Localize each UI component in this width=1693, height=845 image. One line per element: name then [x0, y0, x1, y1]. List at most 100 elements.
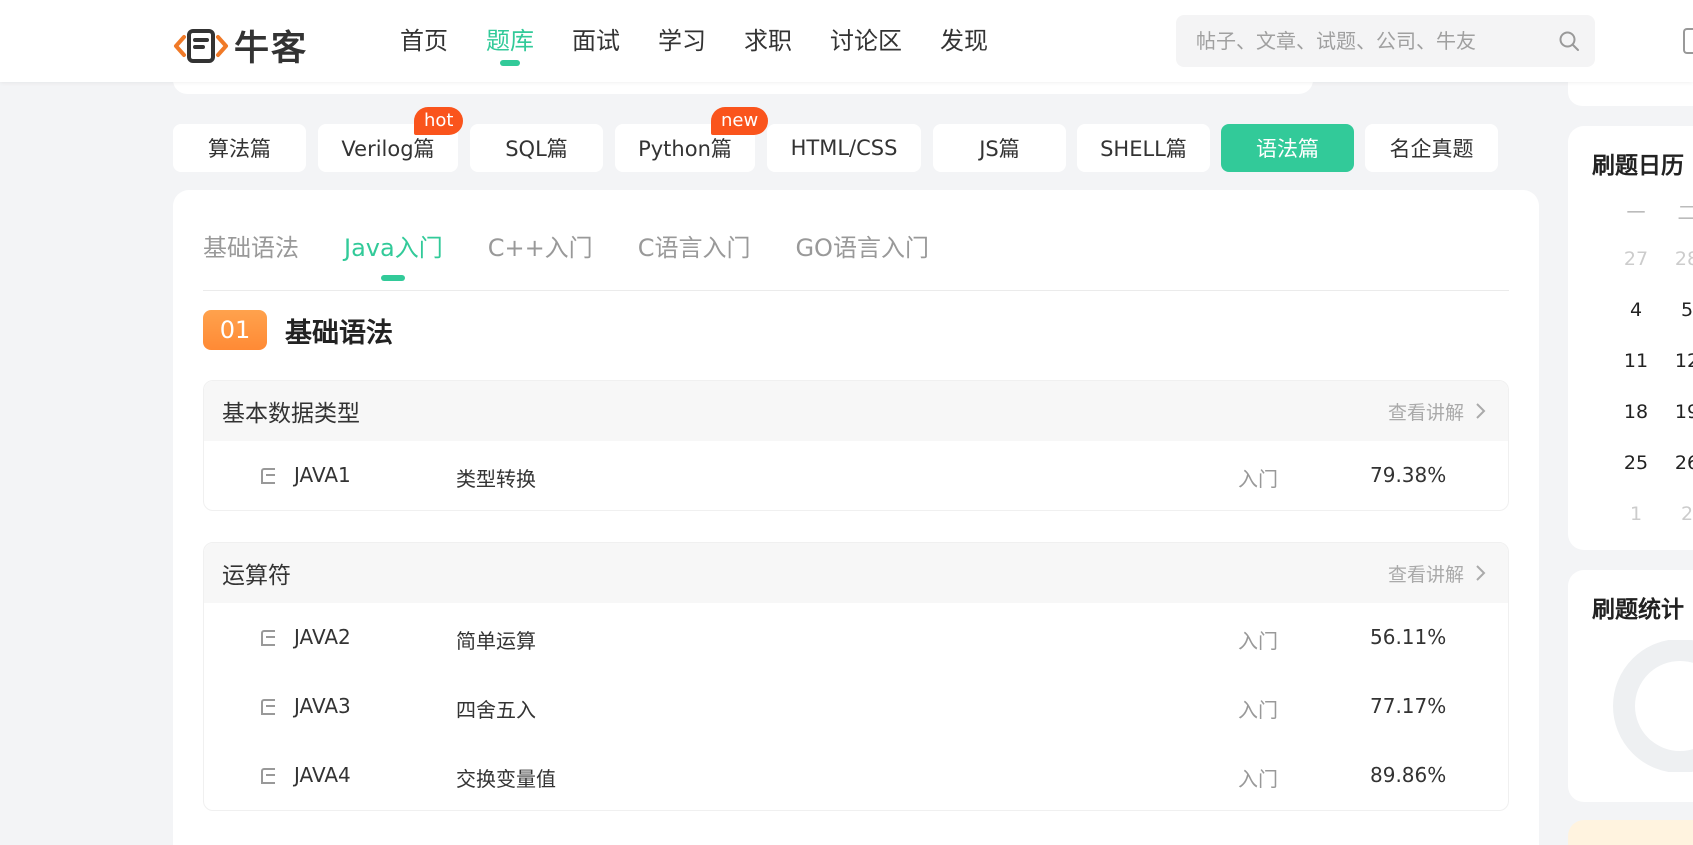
nav-question-bank[interactable]: 题库 — [486, 0, 534, 82]
topic-group: 基本数据类型 查看讲解 JAVA1 类型转换 入门 79.38% — [203, 380, 1509, 511]
calendar-day[interactable]: 26 — [1667, 452, 1693, 474]
question-row[interactable]: JAVA2 简单运算 入门 56.11% — [204, 603, 1508, 672]
question-row[interactable]: JAVA4 交换变量值 入门 89.86% — [204, 741, 1508, 810]
category-label: 名企真题 — [1389, 137, 1474, 161]
question-icon — [261, 468, 275, 484]
question-row[interactable]: JAVA1 类型转换 入门 79.38% — [204, 441, 1508, 510]
question-icon — [261, 630, 275, 646]
tab-go-intro[interactable]: GO语言入门 — [795, 228, 929, 263]
question-id[interactable]: JAVA1 — [294, 463, 351, 487]
group-title: 运算符 — [222, 563, 291, 589]
logo[interactable]: 牛客 — [172, 20, 308, 71]
group-header: 运算符 查看讲解 — [204, 543, 1508, 603]
nav-discover[interactable]: 发现 — [940, 0, 988, 82]
pass-rate: 77.17% — [1370, 694, 1447, 718]
view-explanation-label: 查看讲解 — [1387, 401, 1464, 424]
question-name[interactable]: 简单运算 — [456, 625, 536, 654]
main-nav: 首页 题库 面试 学习 求职 讨论区 发现 — [400, 0, 1026, 82]
question-name[interactable]: 交换变量值 — [456, 763, 556, 792]
nav-home[interactable]: 首页 — [400, 0, 448, 82]
calendar-day[interactable]: 19 — [1667, 401, 1693, 423]
question-level: 入门 — [1238, 698, 1278, 722]
question-name[interactable]: 类型转换 — [456, 463, 536, 492]
question-id[interactable]: JAVA3 — [294, 694, 351, 718]
category-label: SQL篇 — [505, 137, 568, 161]
main-content-card: 基础语法 Java入门 C++入门 C语言入门 GO语言入门 01 基础语法 基… — [173, 190, 1539, 845]
calendar-day[interactable]: 12 — [1667, 350, 1693, 372]
category-label: SHELL篇 — [1100, 137, 1187, 161]
category-syntax[interactable]: 语法篇 — [1221, 124, 1354, 172]
pass-rate: 56.11% — [1370, 625, 1447, 649]
pass-rate: 89.86% — [1370, 763, 1447, 787]
hot-badge: hot — [414, 107, 464, 135]
promo-card — [1568, 820, 1693, 845]
question-row[interactable]: JAVA3 四舍五入 入门 77.17% — [204, 672, 1508, 741]
search-box — [1176, 15, 1595, 67]
top-header: 牛客 首页 题库 面试 学习 求职 讨论区 发现 — [0, 0, 1693, 82]
category-company-exams[interactable]: 名企真题 — [1365, 124, 1498, 172]
category-algorithm[interactable]: 算法篇 — [173, 124, 306, 172]
category-label: HTML/CSS — [790, 136, 898, 160]
calendar-day[interactable]: 25 — [1616, 452, 1656, 474]
question-id[interactable]: JAVA2 — [294, 625, 351, 649]
chevron-right-icon — [1476, 565, 1486, 581]
tab-java-intro[interactable]: Java入门 — [344, 228, 443, 281]
category-js[interactable]: JS篇 — [933, 124, 1066, 172]
stats-ring — [1613, 640, 1693, 772]
category-sql[interactable]: SQL篇 — [470, 124, 603, 172]
view-explanation-link[interactable]: 查看讲解 — [1388, 398, 1486, 425]
question-level: 入门 — [1238, 629, 1278, 653]
view-explanation-link[interactable]: 查看讲解 — [1388, 560, 1486, 587]
tabs-divider — [203, 290, 1509, 291]
calendar-day[interactable]: 2 — [1667, 503, 1693, 525]
tab-c-intro[interactable]: C语言入门 — [638, 228, 751, 263]
category-label: Verilog篇 — [341, 137, 435, 161]
practice-calendar-card: 刷题日历 一 二 27 28 4 5 11 12 18 19 25 26 1 2 — [1568, 126, 1693, 550]
question-icon — [261, 699, 275, 715]
topic-group: 运算符 查看讲解 JAVA2 简单运算 入门 56.11% JAVA3 四舍五入… — [203, 542, 1509, 811]
nav-jobs[interactable]: 求职 — [744, 0, 792, 82]
calendar-day[interactable]: 28 — [1667, 248, 1693, 270]
weekday-mon: 一 — [1626, 202, 1646, 224]
chevron-right-icon — [1476, 403, 1486, 419]
calendar-day[interactable]: 27 — [1616, 248, 1656, 270]
calendar-day[interactable]: 1 — [1616, 503, 1656, 525]
nav-interview[interactable]: 面试 — [572, 0, 620, 82]
search-input[interactable] — [1176, 15, 1536, 67]
question-name[interactable]: 四舍五入 — [456, 694, 536, 723]
calendar-day[interactable]: 4 — [1616, 299, 1656, 321]
practice-stats-card: 刷题统计 — [1568, 570, 1693, 802]
calendar-day[interactable]: 11 — [1616, 350, 1656, 372]
question-id[interactable]: JAVA4 — [294, 763, 351, 787]
stats-title: 刷题统计 — [1592, 597, 1684, 623]
message-icon[interactable] — [1683, 28, 1693, 54]
new-badge: new — [711, 107, 769, 135]
nav-discussion[interactable]: 讨论区 — [830, 0, 902, 82]
category-html-css[interactable]: HTML/CSS — [767, 124, 921, 172]
category-label: 语法篇 — [1256, 137, 1319, 161]
tab-basic-syntax[interactable]: 基础语法 — [203, 228, 299, 263]
view-explanation-label: 查看讲解 — [1387, 563, 1464, 586]
category-shell[interactable]: SHELL篇 — [1077, 124, 1210, 172]
category-python[interactable]: Python篇 new — [615, 107, 769, 172]
category-verilog[interactable]: Verilog篇 hot — [318, 107, 464, 172]
question-icon — [261, 768, 275, 784]
pass-rate: 79.38% — [1370, 463, 1447, 487]
calendar-day[interactable]: 18 — [1616, 401, 1656, 423]
search-icon[interactable] — [1557, 29, 1581, 53]
weekday-tue: 二 — [1677, 202, 1693, 224]
category-label: 算法篇 — [208, 137, 271, 161]
language-subtabs: 基础语法 Java入门 C++入门 C语言入门 GO语言入门 — [203, 228, 974, 281]
calendar-day[interactable]: 5 — [1667, 299, 1693, 321]
nav-learn[interactable]: 学习 — [658, 0, 706, 82]
category-label: JS篇 — [979, 137, 1020, 161]
group-header: 基本数据类型 查看讲解 — [204, 381, 1508, 441]
calendar-title: 刷题日历 — [1592, 153, 1684, 179]
question-level: 入门 — [1238, 467, 1278, 491]
stats-ring-chart — [1613, 640, 1693, 772]
group-title: 基本数据类型 — [222, 401, 360, 427]
nowcoder-logo-icon — [174, 28, 228, 63]
question-level: 入门 — [1238, 767, 1278, 791]
section-header: 01 基础语法 — [203, 310, 393, 350]
tab-cpp-intro[interactable]: C++入门 — [488, 228, 593, 263]
